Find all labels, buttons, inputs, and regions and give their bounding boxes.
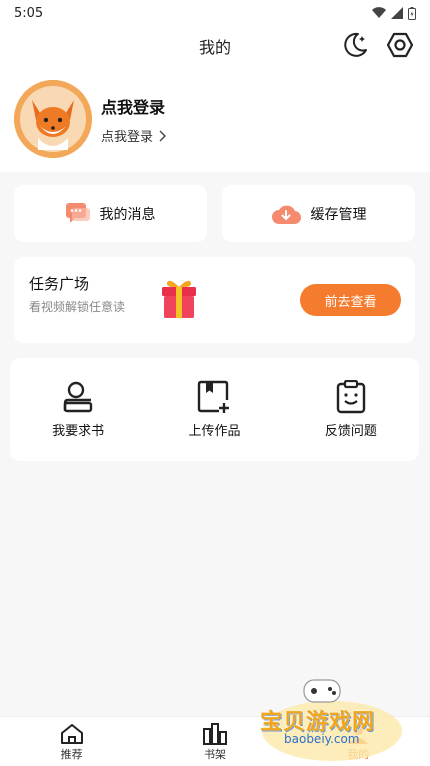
tool-label: 我要求书	[52, 424, 105, 439]
tool-upload-work[interactable]: 上传作品	[146, 358, 282, 461]
night-mode-button[interactable]	[340, 30, 370, 60]
cache-management-card[interactable]: 缓存管理	[222, 185, 415, 242]
gear-icon	[386, 32, 414, 58]
message-icon	[65, 202, 90, 223]
status-bar: 5:05	[0, 0, 430, 26]
watermark: 宝贝游戏网 baobeiy.com	[252, 676, 402, 766]
tool-feedback[interactable]: 反馈问题	[283, 358, 419, 461]
tool-label: 反馈问题	[324, 424, 377, 439]
battery-icon	[408, 6, 416, 20]
signal-icon	[391, 7, 403, 19]
nav-recommend[interactable]: 推荐	[0, 717, 143, 766]
my-messages-label: 我的消息	[99, 206, 156, 223]
gift-icon	[162, 280, 196, 318]
avatar[interactable]	[14, 80, 92, 158]
profile-header: 我的 点我登录 点我登录	[0, 26, 430, 172]
status-icons	[372, 6, 416, 20]
upload-icon	[198, 380, 230, 413]
nav-label: 推荐	[60, 748, 83, 761]
status-time: 5:05	[14, 5, 44, 21]
watermark-url: baobeiy.com	[284, 732, 360, 746]
tool-label: 上传作品	[188, 424, 241, 439]
wifi-icon	[372, 7, 386, 19]
settings-button[interactable]	[385, 30, 415, 60]
fox-avatar-icon	[14, 80, 92, 158]
task-title: 任务广场	[29, 275, 90, 293]
my-messages-card[interactable]: 我的消息	[14, 185, 207, 242]
moon-icon	[344, 32, 367, 57]
nav-label: 书架	[203, 748, 226, 761]
cache-management-label: 缓存管理	[310, 206, 367, 223]
cloud-download-icon	[271, 205, 301, 224]
feedback-icon	[336, 380, 366, 414]
chevron-right-icon	[159, 130, 167, 141]
task-square-card: 任务广场 看视频解锁任意读 前去查看	[14, 257, 415, 343]
go-view-button[interactable]: 前去查看	[300, 284, 401, 316]
login-subtitle-link[interactable]: 点我登录	[101, 126, 167, 145]
login-title[interactable]: 点我登录	[101, 94, 165, 118]
tool-request-book[interactable]: 我要求书	[10, 358, 146, 461]
tools-card: 我要求书 上传作品 反馈问题	[10, 358, 419, 461]
book-request-icon	[63, 381, 93, 413]
login-subtitle: 点我登录	[101, 130, 154, 145]
home-icon	[60, 724, 83, 744]
task-subtitle: 看视频解锁任意读	[29, 300, 126, 314]
bookshelf-icon	[202, 723, 227, 745]
